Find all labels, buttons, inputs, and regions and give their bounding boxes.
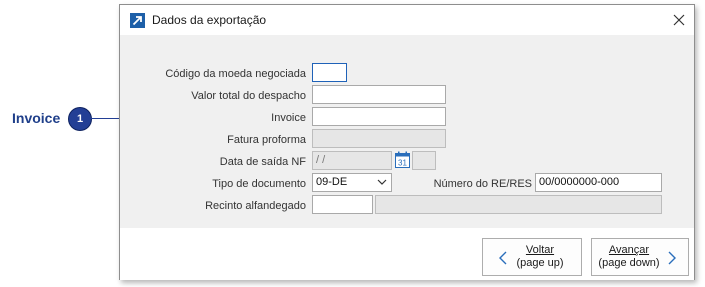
- chevron-right-icon: [668, 251, 676, 265]
- callout-badge: 1: [69, 108, 91, 130]
- calendar-day: 31: [398, 159, 407, 168]
- back-button[interactable]: Voltar (page up): [482, 238, 582, 276]
- back-button-line1: Voltar: [525, 244, 555, 256]
- proforma-invoice-field: [312, 129, 446, 148]
- customs-area-code-field[interactable]: [312, 195, 373, 214]
- re-number-field[interactable]: 00/0000000-000: [535, 173, 662, 192]
- next-button[interactable]: Avançar (page down): [591, 238, 689, 276]
- close-icon: [673, 14, 685, 26]
- dialog-title: Dados da exportação: [152, 13, 267, 27]
- invoice-field[interactable]: [312, 107, 446, 126]
- next-button-label: Avançar (page down): [598, 244, 660, 270]
- chevron-left-icon: [499, 251, 507, 265]
- dialog-footer: Voltar (page up) Avançar (page down): [120, 228, 694, 280]
- exit-date-label: Data de saída NF: [219, 156, 306, 168]
- total-value-label: Valor total do despacho: [191, 90, 306, 102]
- chevron-down-icon: [377, 179, 387, 185]
- export-data-dialog: Dados da exportação Código da moeda nego…: [119, 4, 695, 280]
- back-button-line2: (page up): [516, 257, 564, 269]
- next-button-line2: (page down): [598, 257, 660, 269]
- close-button[interactable]: [668, 9, 690, 31]
- document-type-select[interactable]: 09-DE: [312, 173, 392, 192]
- export-arrow-icon: [130, 13, 145, 28]
- currency-code-field[interactable]: [312, 63, 347, 82]
- next-button-line1: Avançar: [608, 244, 650, 256]
- calendar-icon[interactable]: 31: [395, 151, 410, 168]
- exit-date-extra-field: [412, 151, 436, 170]
- currency-code-label: Código da moeda negociada: [165, 68, 306, 80]
- invoice-label: Invoice: [271, 112, 306, 124]
- title-bar: Dados da exportação: [120, 5, 694, 35]
- back-button-label: Voltar (page up): [515, 244, 565, 270]
- total-value-field[interactable]: [312, 85, 446, 104]
- callout-label: Invoice: [12, 110, 61, 126]
- customs-area-label: Recinto alfandegado: [205, 200, 306, 212]
- re-number-label: Número do RE/RES: [433, 178, 532, 190]
- customs-area-description-field: [375, 195, 662, 214]
- document-type-value: 09-DE: [316, 176, 348, 188]
- document-type-label: Tipo de documento: [212, 178, 306, 190]
- form-area: Código da moeda negociada Valor total do…: [120, 35, 694, 228]
- exit-date-field: / /: [312, 151, 392, 170]
- proforma-invoice-label: Fatura proforma: [227, 134, 306, 146]
